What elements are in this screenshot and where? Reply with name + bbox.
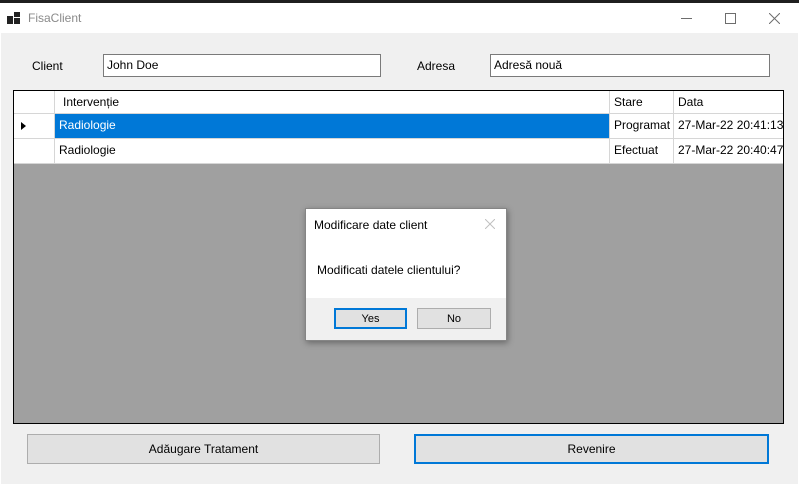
current-row-arrow-icon xyxy=(21,122,26,130)
app-icon xyxy=(7,12,20,24)
row-selector[interactable] xyxy=(14,139,55,164)
row-selector[interactable] xyxy=(14,114,55,139)
minimize-button[interactable] xyxy=(664,5,708,31)
close-button[interactable] xyxy=(752,5,796,31)
maximize-button[interactable] xyxy=(708,5,752,31)
header-stare[interactable]: Stare xyxy=(610,91,674,114)
cell-interventie[interactable]: Radiologie xyxy=(55,114,610,139)
no-button[interactable]: No xyxy=(417,308,491,329)
window-title: FisaClient xyxy=(28,11,82,25)
cell-data[interactable]: 27-Mar-22 20:40:47 xyxy=(674,139,783,164)
cell-stare[interactable]: Efectuat xyxy=(610,139,674,164)
adresa-label: Adresa xyxy=(417,59,456,73)
cell-interventie[interactable]: Radiologie xyxy=(55,139,610,164)
add-treatment-button[interactable]: Adăugare Tratament xyxy=(27,434,380,464)
table-row[interactable]: Radiologie Efectuat 27-Mar-22 20:40:47 xyxy=(14,139,783,164)
table-row[interactable]: Radiologie Programat 27-Mar-22 20:41:13 xyxy=(14,114,783,139)
close-icon xyxy=(484,218,496,230)
title-bar: FisaClient xyxy=(0,0,799,33)
header-row-selector xyxy=(14,91,55,114)
grid-header: Intervenție Stare Data xyxy=(14,91,783,114)
confirm-dialog: Modificare date client Modificati datele… xyxy=(305,208,507,341)
adresa-field[interactable]: Adresă nouă xyxy=(490,54,770,77)
header-interventie[interactable]: Intervenție xyxy=(55,91,610,114)
minimize-icon xyxy=(680,17,692,19)
dialog-footer: Yes No xyxy=(306,298,506,340)
cell-data[interactable]: 27-Mar-22 20:41:13 xyxy=(674,114,783,139)
maximize-icon xyxy=(724,12,736,24)
client-label: Client xyxy=(32,59,63,73)
cell-stare[interactable]: Programat xyxy=(610,114,674,139)
yes-button[interactable]: Yes xyxy=(334,308,407,329)
dialog-close-button[interactable] xyxy=(484,216,496,232)
dialog-message: Modificati datele clientului? xyxy=(317,263,461,277)
client-field[interactable]: John Doe xyxy=(103,54,381,77)
dialog-title: Modificare date client xyxy=(314,218,428,232)
header-data[interactable]: Data xyxy=(674,91,783,114)
close-icon xyxy=(768,12,780,24)
back-button[interactable]: Revenire xyxy=(414,434,769,464)
